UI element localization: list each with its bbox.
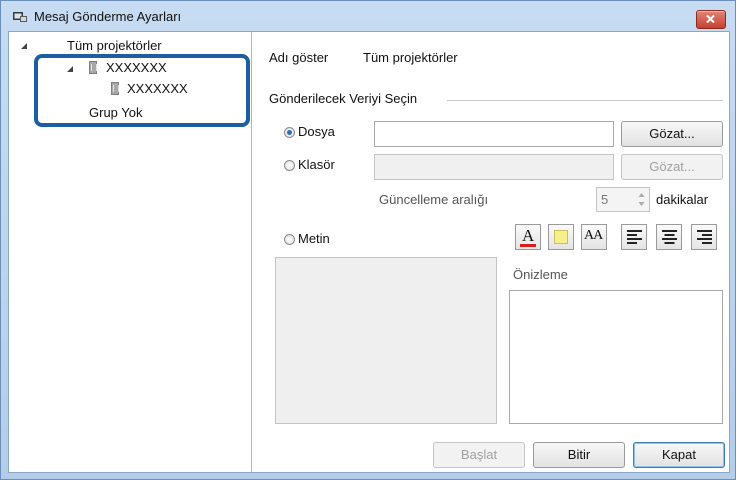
settings-panel: Adı göster Tüm projektörler Gönderilecek… — [251, 32, 729, 472]
folder-radio[interactable] — [284, 160, 295, 171]
font-color-icon: A — [522, 226, 535, 245]
projector-tree[interactable]: Tüm projektörler XXXXXXX XXXXXXX Grup Yo… — [9, 32, 252, 472]
update-interval-spinner[interactable]: 5 — [596, 187, 650, 212]
close-icon — [706, 15, 715, 23]
file-browse-button[interactable]: Gözat... — [621, 121, 723, 147]
minutes-label: dakikalar — [656, 192, 709, 207]
file-radio[interactable] — [284, 127, 295, 138]
highlight-color-swatch — [554, 230, 568, 244]
highlight-callout — [34, 54, 250, 127]
title-bar[interactable]: Mesaj Gönderme Ayarları — [1, 1, 735, 31]
folder-path-input[interactable] — [374, 154, 614, 180]
spinner-arrows-icon[interactable] — [637, 191, 646, 208]
start-button[interactable]: Başlat — [433, 442, 525, 468]
align-center-button[interactable] — [656, 224, 682, 250]
file-path-input[interactable] — [374, 121, 614, 147]
show-name-value: Tüm projektörler — [363, 50, 458, 65]
expanded-arrow-icon[interactable] — [21, 43, 28, 50]
finish-button[interactable]: Bitir — [533, 442, 625, 468]
message-text-area[interactable] — [275, 257, 497, 424]
tree-item-all-projectors[interactable]: Tüm projektörler — [67, 38, 162, 53]
font-color-bar — [520, 244, 536, 247]
font-color-button[interactable]: A — [515, 224, 541, 250]
app-icon — [13, 12, 27, 22]
file-label[interactable]: Dosya — [298, 124, 335, 139]
align-left-button[interactable] — [621, 224, 647, 250]
align-right-icon — [697, 230, 712, 244]
folder-label[interactable]: Klasör — [298, 157, 335, 172]
font-size-icon: AA — [584, 228, 603, 243]
preview-area — [509, 290, 723, 424]
highlight-color-button[interactable] — [548, 224, 574, 250]
update-interval-value[interactable]: 5 — [601, 192, 608, 207]
show-name-label: Adı göster — [269, 50, 329, 65]
folder-browse-button[interactable]: Gözat... — [621, 154, 723, 180]
text-radio[interactable] — [284, 234, 295, 245]
dialog-window: Mesaj Gönderme Ayarları Tüm projektörler… — [0, 0, 736, 480]
text-label[interactable]: Metin — [298, 231, 330, 246]
close-dialog-button[interactable]: Kapat — [633, 442, 725, 468]
preview-label: Önizleme — [513, 267, 568, 282]
align-right-button[interactable] — [691, 224, 717, 250]
section-title: Gönderilecek Veriyi Seçin — [269, 91, 418, 106]
font-size-button[interactable]: AA — [581, 224, 607, 250]
window-title: Mesaj Gönderme Ayarları — [34, 9, 182, 24]
section-divider — [447, 100, 723, 101]
align-left-icon — [627, 230, 642, 244]
close-button[interactable] — [696, 10, 726, 29]
dialog-client: Tüm projektörler XXXXXXX XXXXXXX Grup Yo… — [8, 31, 730, 473]
update-interval-label: Güncelleme aralığı — [379, 192, 489, 207]
align-center-icon — [662, 230, 677, 244]
